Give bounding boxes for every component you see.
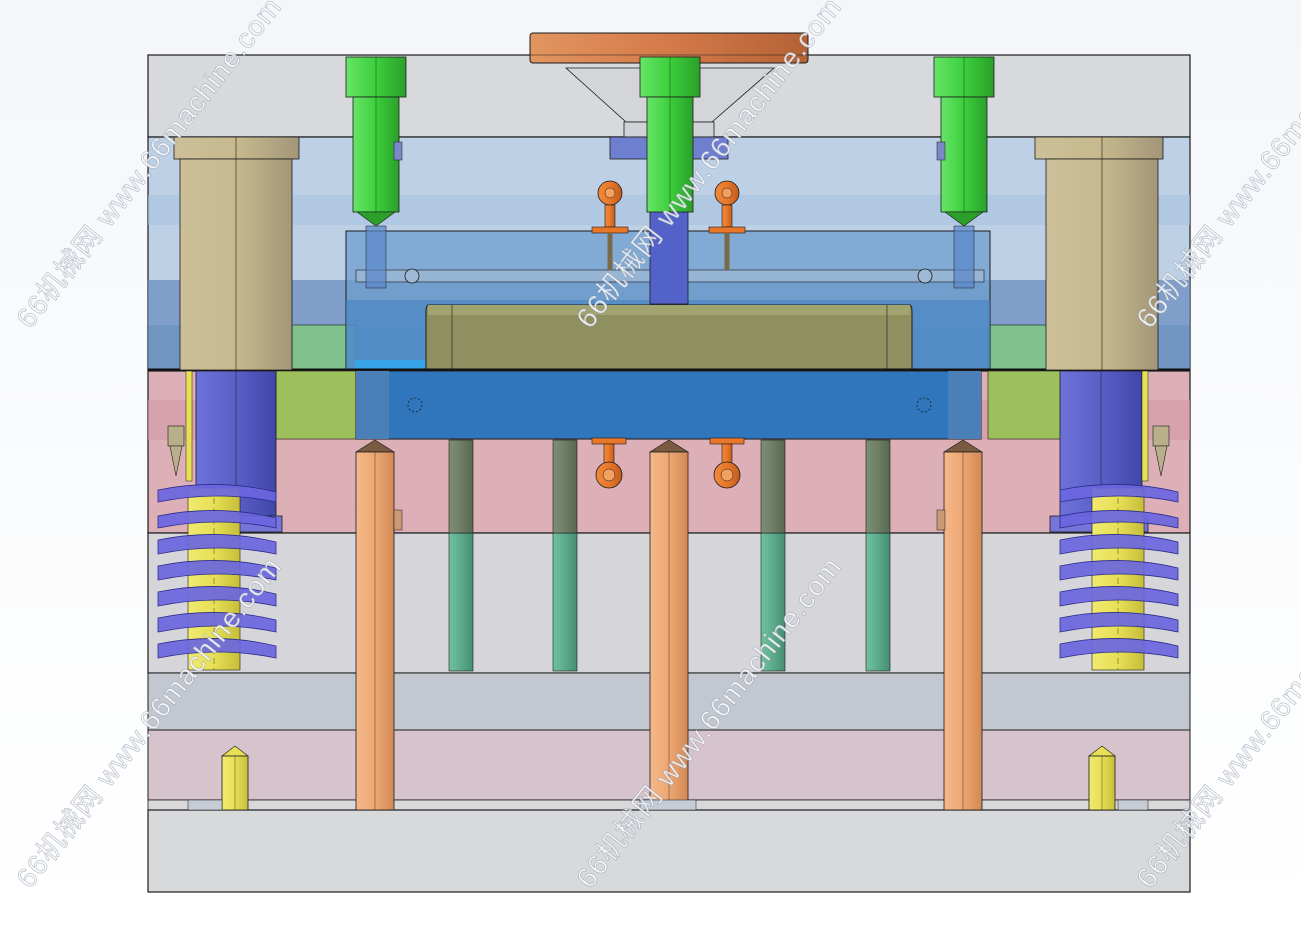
lifter-pin-4	[865, 532, 891, 672]
slide-block-right-face	[948, 371, 981, 439]
left-yellow-strip	[185, 370, 193, 482]
slide-block-left-face	[356, 371, 389, 439]
rod-screw-right	[917, 268, 933, 284]
nub-left-lower	[393, 509, 403, 531]
return-pin-3	[760, 439, 786, 534]
nub-right-upper	[936, 141, 946, 161]
left-support-pillar	[221, 745, 249, 811]
rod-screw-left	[404, 268, 420, 284]
nub-right-lower	[936, 509, 946, 531]
right-green-block	[987, 324, 1049, 371]
molded-part-top	[428, 305, 910, 315]
left-olive-block	[275, 370, 357, 440]
left-guide-bushing	[173, 136, 300, 371]
ejector-pin-left	[354, 439, 396, 811]
return-pin-2	[552, 439, 578, 534]
lifter-pin-1	[448, 532, 474, 672]
right-support-pillar	[1088, 745, 1116, 811]
right-olive-block	[987, 370, 1063, 440]
return-pin-4	[865, 439, 891, 534]
mold-assembly-diagram: 66机械网 www.66machine.com 66机械网 www.66mach…	[10, 0, 1301, 894]
ejector-pin-right	[942, 439, 984, 811]
nub-left-upper	[393, 141, 403, 161]
return-pin-1	[448, 439, 474, 534]
right-guide-bushing	[1034, 136, 1164, 371]
left-stop-pin	[187, 799, 223, 811]
lifter-pin-2	[552, 532, 578, 672]
slide-block	[355, 370, 982, 440]
right-stop-pin	[1117, 799, 1149, 811]
right-yellow-strip	[1141, 370, 1149, 482]
bottom-clamp-plate	[147, 809, 1191, 893]
